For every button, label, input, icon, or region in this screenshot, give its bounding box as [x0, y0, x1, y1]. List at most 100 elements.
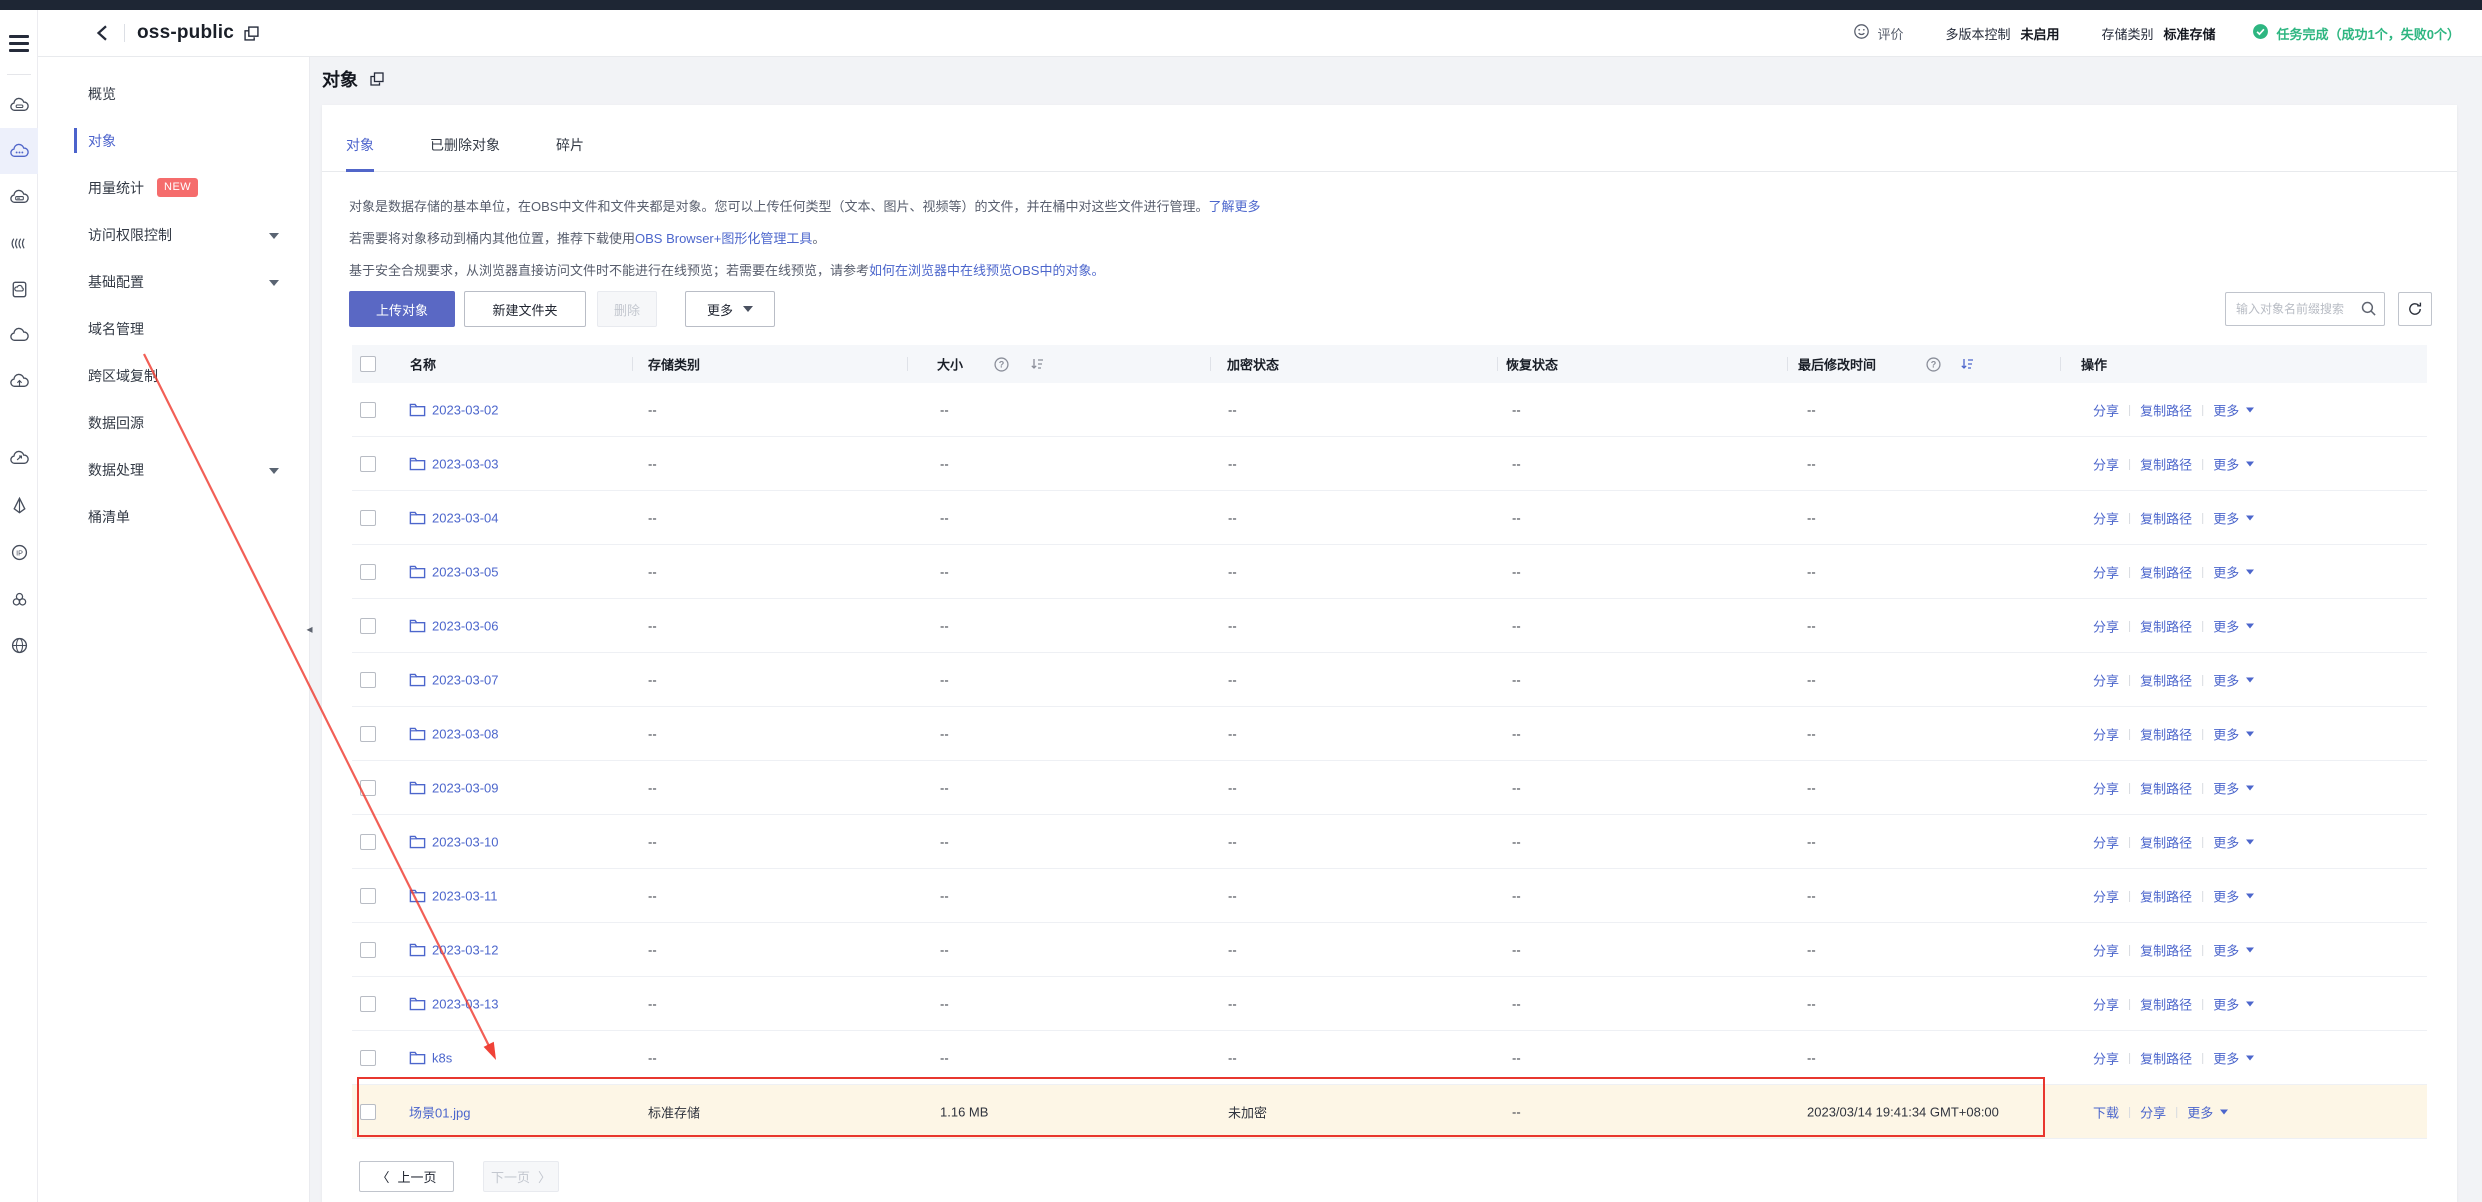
object-name-link[interactable]: 2023-03-05	[432, 564, 499, 579]
object-name-link[interactable]: 2023-03-13	[432, 996, 499, 1011]
back-button[interactable]	[94, 24, 112, 42]
sidebar-item-cross-region-replication[interactable]: 跨区域复制	[38, 352, 309, 399]
action-link[interactable]: 更多	[2213, 940, 2239, 959]
sidebar-item-basic-config[interactable]: 基础配置	[38, 258, 309, 305]
learn-more-link[interactable]: 了解更多	[1208, 199, 1260, 214]
action-link[interactable]: 更多	[2213, 832, 2239, 851]
sidebar-item-back-to-source[interactable]: 数据回源	[38, 399, 309, 446]
row-checkbox[interactable]	[360, 510, 376, 526]
action-link[interactable]: 复制路径	[2140, 616, 2192, 635]
row-checkbox[interactable]	[360, 1104, 376, 1120]
action-link[interactable]: 下载	[2093, 1102, 2119, 1121]
action-link[interactable]: 更多	[2213, 724, 2239, 743]
object-name-link[interactable]: 2023-03-03	[432, 456, 499, 471]
action-link[interactable]: 更多	[2213, 454, 2239, 473]
object-name-link[interactable]: 2023-03-06	[432, 618, 499, 633]
table-row[interactable]: 2023-03-04 -- -- -- -- -- 分享|复制路径|更多	[352, 491, 2427, 545]
action-link[interactable]: 复制路径	[2140, 562, 2192, 581]
action-link[interactable]: 复制路径	[2140, 994, 2192, 1013]
table-row[interactable]: 2023-03-03 -- -- -- -- -- 分享|复制路径|更多	[352, 437, 2427, 491]
sidebar-item-data-processing[interactable]: 数据处理	[38, 446, 309, 493]
delete-button[interactable]: 删除	[597, 291, 657, 327]
action-link[interactable]: 分享	[2093, 724, 2119, 743]
row-checkbox[interactable]	[360, 618, 376, 634]
waves-icon[interactable]	[0, 220, 38, 266]
table-row[interactable]: 2023-03-05 -- -- -- -- -- 分享|复制路径|更多	[352, 545, 2427, 599]
action-link[interactable]: 复制路径	[2140, 670, 2192, 689]
action-link[interactable]: 分享	[2093, 562, 2119, 581]
cloud-upload-icon[interactable]	[0, 358, 38, 404]
menu-hamburger-icon[interactable]	[9, 35, 29, 52]
size-help-icon[interactable]: ?	[994, 357, 1009, 372]
cloud-icon[interactable]	[0, 312, 38, 358]
preview-help-link[interactable]: 如何在浏览器中在线预览OBS中的对象。	[869, 263, 1104, 278]
more-button[interactable]: 更多	[685, 291, 775, 327]
sidebar-item-bucket-inventory[interactable]: 桶清单	[38, 493, 309, 540]
cloud-server-icon[interactable]	[0, 82, 38, 128]
task-status[interactable]: 任务完成（成功1个，失败0个）	[2252, 23, 2460, 43]
select-all-checkbox[interactable]	[360, 356, 376, 372]
action-link[interactable]: 复制路径	[2140, 454, 2192, 473]
action-link[interactable]: 复制路径	[2140, 886, 2192, 905]
row-checkbox[interactable]	[360, 402, 376, 418]
row-checkbox[interactable]	[360, 996, 376, 1012]
action-link[interactable]: 分享	[2093, 778, 2119, 797]
cloud-card-icon[interactable]	[0, 174, 38, 220]
object-name-link[interactable]: 2023-03-10	[432, 834, 499, 849]
prism-icon[interactable]	[0, 482, 38, 528]
action-link[interactable]: 更多	[2213, 886, 2239, 905]
object-name-link[interactable]: 场景01.jpg	[409, 1102, 470, 1121]
next-page-button[interactable]: 下一页 〉	[483, 1161, 559, 1192]
tab-1[interactable]: 已删除对象	[430, 135, 500, 171]
action-link[interactable]: 更多	[2213, 994, 2239, 1013]
action-link[interactable]: 复制路径	[2140, 508, 2192, 527]
action-link[interactable]: 分享	[2140, 1102, 2166, 1121]
globe-icon[interactable]	[0, 622, 38, 668]
row-checkbox[interactable]	[360, 726, 376, 742]
action-link[interactable]: 分享	[2093, 616, 2119, 635]
action-link[interactable]: 复制路径	[2140, 778, 2192, 797]
action-link[interactable]: 更多	[2213, 508, 2239, 527]
object-name-link[interactable]: 2023-03-07	[432, 672, 499, 687]
action-link[interactable]: 复制路径	[2140, 400, 2192, 419]
row-checkbox[interactable]	[360, 888, 376, 904]
action-link[interactable]: 复制路径	[2140, 832, 2192, 851]
object-name-link[interactable]: k8s	[432, 1050, 452, 1065]
copy-bucket-name-icon[interactable]	[244, 26, 259, 41]
object-name-link[interactable]: 2023-03-08	[432, 726, 499, 741]
object-name-link[interactable]: 2023-03-04	[432, 510, 499, 525]
action-link[interactable]: 更多	[2213, 1048, 2239, 1067]
table-row[interactable]: k8s -- -- -- -- -- 分享|复制路径|更多	[352, 1031, 2427, 1085]
object-name-link[interactable]: 2023-03-09	[432, 780, 499, 795]
row-checkbox[interactable]	[360, 780, 376, 796]
table-row[interactable]: 2023-03-11 -- -- -- -- -- 分享|复制路径|更多	[352, 869, 2427, 923]
size-sort-icon[interactable]	[1029, 357, 1045, 371]
obs-storage-icon[interactable]	[0, 128, 38, 174]
action-link[interactable]: 更多	[2213, 616, 2239, 635]
sidebar-item-permissions[interactable]: 访问权限控制	[38, 211, 309, 258]
row-checkbox[interactable]	[360, 672, 376, 688]
table-row[interactable]: 2023-03-09 -- -- -- -- -- 分享|复制路径|更多	[352, 761, 2427, 815]
sidebar-item-domain-mgmt[interactable]: 域名管理	[38, 305, 309, 352]
action-link[interactable]: 更多	[2213, 670, 2239, 689]
obs-browser-link[interactable]: OBS Browser+图形化管理工具	[635, 231, 812, 246]
table-row[interactable]: 2023-03-13 -- -- -- -- -- 分享|复制路径|更多	[352, 977, 2427, 1031]
table-row[interactable]: 2023-03-08 -- -- -- -- -- 分享|复制路径|更多	[352, 707, 2427, 761]
action-link[interactable]: 分享	[2093, 994, 2119, 1013]
sidebar-item-objects[interactable]: 对象	[38, 117, 309, 164]
action-link[interactable]: 分享	[2093, 508, 2119, 527]
table-row[interactable]: 2023-03-12 -- -- -- -- -- 分享|复制路径|更多	[352, 923, 2427, 977]
table-row[interactable]: 2023-03-06 -- -- -- -- -- 分享|复制路径|更多	[352, 599, 2427, 653]
row-checkbox[interactable]	[360, 1050, 376, 1066]
action-link[interactable]: 更多	[2213, 400, 2239, 419]
action-link[interactable]: 分享	[2093, 454, 2119, 473]
action-link[interactable]: 复制路径	[2140, 940, 2192, 959]
sidebar-item-overview[interactable]: 概览	[38, 70, 309, 117]
copy-page-title-icon[interactable]	[370, 72, 384, 86]
action-link[interactable]: 分享	[2093, 886, 2119, 905]
tab-2[interactable]: 碎片	[556, 135, 584, 171]
action-link[interactable]: 更多	[2187, 1102, 2213, 1121]
object-name-link[interactable]: 2023-03-11	[432, 888, 498, 903]
row-checkbox[interactable]	[360, 834, 376, 850]
action-link[interactable]: 复制路径	[2140, 724, 2192, 743]
